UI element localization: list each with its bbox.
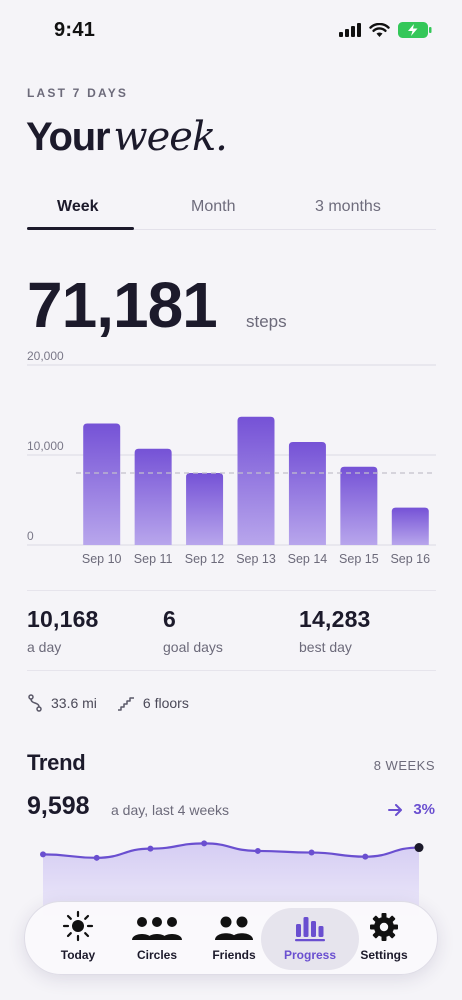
period-tabs: Week Month 3 months: [27, 188, 436, 230]
total-steps-unit: steps: [246, 312, 287, 331]
tab-settings-label: Settings: [360, 948, 408, 962]
stat-daily-average: 10,168 a day: [27, 606, 99, 655]
stairs-icon: [117, 697, 134, 711]
tab-week[interactable]: Week: [57, 198, 99, 216]
x-tick-label: Sep 10: [82, 552, 122, 566]
bar-sep-16[interactable]: [391, 507, 429, 545]
distance-value: 33.6 mi: [51, 695, 97, 711]
status-time: 9:41: [54, 19, 96, 41]
trend-point: [308, 849, 315, 856]
total-steps: 71,181: [27, 269, 218, 341]
tab-3-months[interactable]: 3 months: [315, 198, 381, 216]
stats-divider-top: [27, 590, 436, 591]
battery-charging-icon: [398, 22, 432, 38]
y-tick-label: 10,000: [27, 439, 64, 453]
sun-icon: [62, 910, 94, 942]
x-tick-label: Sep 11: [134, 552, 173, 566]
trend-range-button[interactable]: 8 WEEKS: [374, 758, 435, 773]
stat-value: 10,168: [27, 606, 99, 632]
trend-caption: a day, last 4 weeks: [111, 802, 230, 818]
status-icons: [339, 22, 432, 38]
floors-value: 6 floors: [142, 695, 189, 711]
trend-point: [254, 847, 261, 854]
stat-label: best day: [299, 639, 352, 655]
trend-point: [147, 845, 154, 852]
stat-value: 14,283: [299, 606, 371, 632]
x-tick-label: Sep 16: [390, 552, 430, 566]
wifi-icon: [369, 22, 390, 37]
cellular-signal-icon: [339, 23, 361, 37]
stat-best-day: 14,283 best day: [299, 606, 371, 655]
activity-extras: 33.6 mi 6 floors: [27, 694, 209, 712]
title-accent: week.: [113, 114, 228, 160]
x-tick-label: Sep 13: [236, 552, 276, 566]
page-title: Your week.: [26, 114, 228, 160]
tab-settings[interactable]: Settings: [335, 908, 433, 970]
trend-value: 9,598: [27, 792, 90, 820]
x-tick-label: Sep 12: [185, 552, 225, 566]
trend-title: Trend: [27, 750, 86, 775]
friends-icon: [215, 916, 253, 940]
stat-label: goal days: [163, 639, 223, 655]
arrow-right-icon: [388, 803, 403, 816]
floors-item: 6 floors: [117, 695, 189, 711]
trend-change: 3%: [388, 801, 435, 818]
bar-sep-14[interactable]: [288, 441, 326, 545]
bottom-tab-bar: Today Circles Friends Progress Settings: [24, 901, 438, 975]
bar-sep-11[interactable]: [134, 448, 172, 545]
period-eyebrow: LAST 7 DAYS: [27, 86, 129, 100]
trend-point: [201, 840, 208, 847]
title-main: Your: [26, 115, 111, 159]
bar-sep-13[interactable]: [237, 416, 275, 545]
y-tick-label: 20,000: [27, 350, 64, 363]
stat-value: 6: [163, 606, 176, 632]
route-icon: [28, 694, 42, 712]
stat-label: a day: [27, 639, 62, 655]
trend-point: [40, 851, 46, 858]
active-tab-indicator: [27, 227, 134, 230]
stat-goal-days: 6 goal days: [163, 606, 223, 655]
trend-point: [362, 853, 369, 860]
trend-point: [93, 854, 100, 861]
bar-sep-10[interactable]: [83, 423, 121, 546]
stats-divider-bottom: [27, 670, 436, 671]
distance-item: 33.6 mi: [27, 694, 97, 712]
tab-month[interactable]: Month: [191, 198, 235, 216]
trend-change-value: 3%: [413, 801, 435, 818]
bar-chart-icon: [295, 917, 325, 942]
status-bar: 9:41: [0, 0, 462, 60]
bar-sep-15[interactable]: [340, 466, 378, 545]
y-tick-label: 0: [27, 529, 34, 543]
x-tick-label: Sep 14: [288, 552, 328, 566]
bar-sep-12[interactable]: [186, 473, 224, 545]
gear-icon: [370, 913, 398, 941]
daily-steps-chart: 20,000 10,000 0 Sep 10 Sep 11 Sep 12 Sep 13 Sep…: [27, 350, 436, 566]
trend-current-point: [414, 843, 424, 853]
x-tick-label: Sep 15: [339, 552, 379, 566]
group-icon: [132, 917, 182, 940]
